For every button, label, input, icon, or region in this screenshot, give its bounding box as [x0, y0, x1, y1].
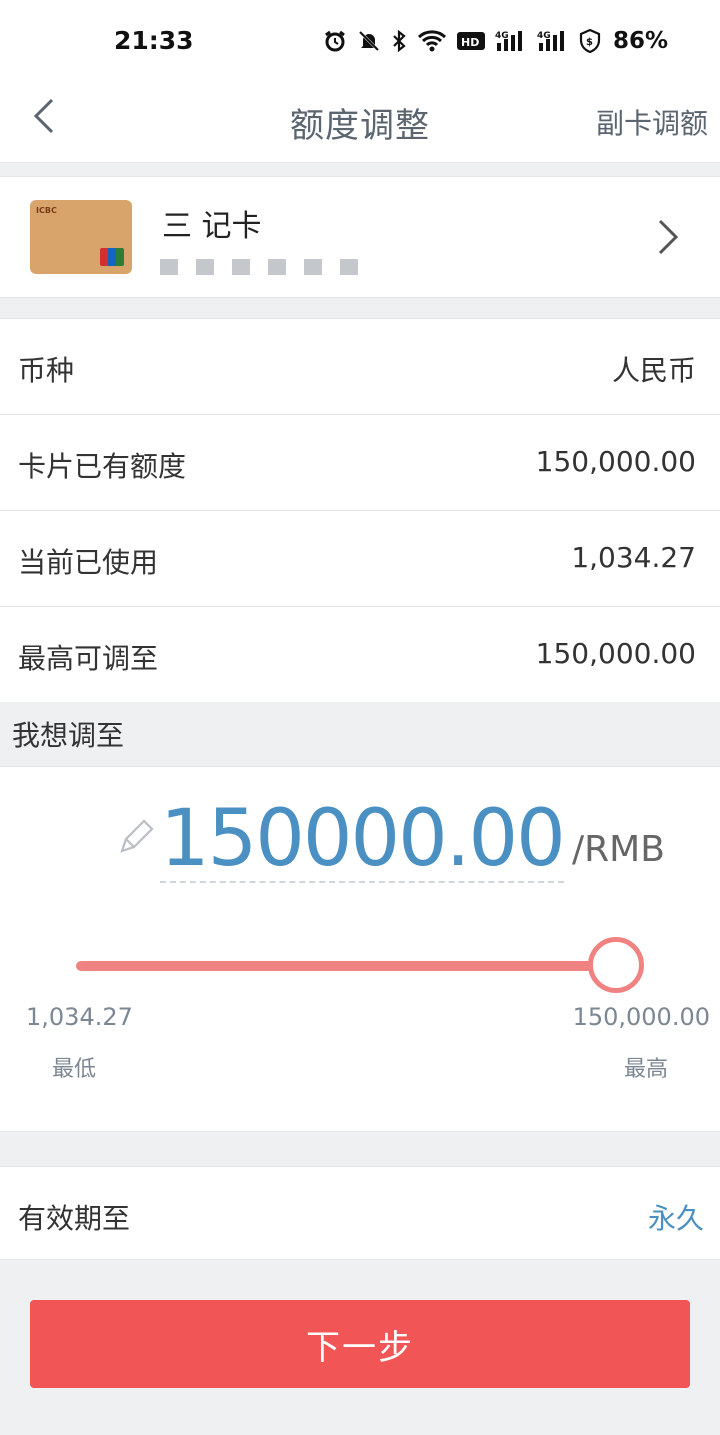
slider-max-label: 最高	[623, 1057, 668, 1082]
card-selector[interactable]: ICBC 三 记卡	[0, 176, 720, 298]
amount-input[interactable]: 150000.00	[160, 798, 566, 883]
pencil-icon[interactable]	[116, 817, 156, 861]
section-title: 我想调至	[0, 702, 720, 764]
bank-logo: ICBC	[36, 206, 57, 215]
svg-text:$: $	[586, 37, 593, 48]
hd-icon: HD	[456, 30, 485, 52]
card-thumbnail: ICBC	[30, 200, 132, 274]
unionpay-logo	[100, 248, 124, 266]
info-row-currency: 币种 人民币	[0, 319, 720, 415]
info-label: 卡片已有额度	[18, 450, 187, 483]
validity-row[interactable]: 有效期至 永久	[0, 1166, 720, 1260]
limit-info-list: 币种 人民币 卡片已有额度 150,000.00 当前已使用 1,034.27 …	[0, 318, 720, 702]
info-label: 最高可调至	[18, 642, 159, 675]
info-row-current-limit: 卡片已有额度 150,000.00	[0, 415, 720, 511]
info-label: 当前已使用	[18, 546, 159, 579]
slider-max-value: 150,000.00	[572, 1003, 710, 1031]
section-title-text: 我想调至	[12, 719, 125, 752]
info-label: 币种	[18, 354, 75, 387]
wifi-icon	[417, 29, 447, 53]
status-icons: HD 4G 4G $ 86%	[323, 24, 668, 58]
signal-4g-icon: 4G	[537, 29, 569, 53]
validity-value[interactable]: 永久	[648, 1197, 704, 1237]
shield-icon: $	[579, 29, 601, 53]
chevron-right-icon	[656, 217, 680, 261]
info-row-used: 当前已使用 1,034.27	[0, 511, 720, 607]
mute-bell-icon	[357, 29, 381, 53]
slider-min-label: 最低	[52, 1057, 97, 1082]
info-value: 1,034.27	[571, 541, 696, 574]
status-time: 21:33	[114, 26, 194, 55]
card-number-masked	[160, 259, 358, 275]
info-row-max-adjustable: 最高可调至 150,000.00	[0, 607, 720, 702]
info-value: 150,000.00	[535, 445, 696, 478]
svg-text:HD: HD	[461, 36, 479, 49]
nav-header: 额度调整 副卡调额	[0, 80, 720, 163]
battery-percentage: 86%	[612, 28, 668, 54]
limit-slider-track[interactable]	[76, 961, 608, 971]
info-value: 150,000.00	[535, 637, 696, 670]
status-bar: 21:33 HD 4G 4G $ 86%	[0, 0, 720, 80]
limit-slider-handle[interactable]	[588, 937, 644, 993]
card-name: 三 记卡	[162, 201, 262, 245]
adjust-panel: 150000.00 /RMB 1,034.27 150,000.00 最低 最高	[0, 766, 720, 1132]
slider-min-value: 1,034.27	[26, 1003, 133, 1031]
amount-unit: /RMB	[572, 829, 665, 870]
signal-4g-icon: 4G	[495, 29, 527, 53]
alarm-icon	[323, 29, 347, 53]
next-button[interactable]: 下一步	[30, 1300, 690, 1388]
bluetooth-icon	[391, 29, 407, 53]
validity-label: 有效期至	[18, 1202, 131, 1235]
supplementary-card-adjust-link[interactable]: 副卡调额	[596, 102, 708, 142]
info-value: 人民币	[611, 354, 696, 387]
